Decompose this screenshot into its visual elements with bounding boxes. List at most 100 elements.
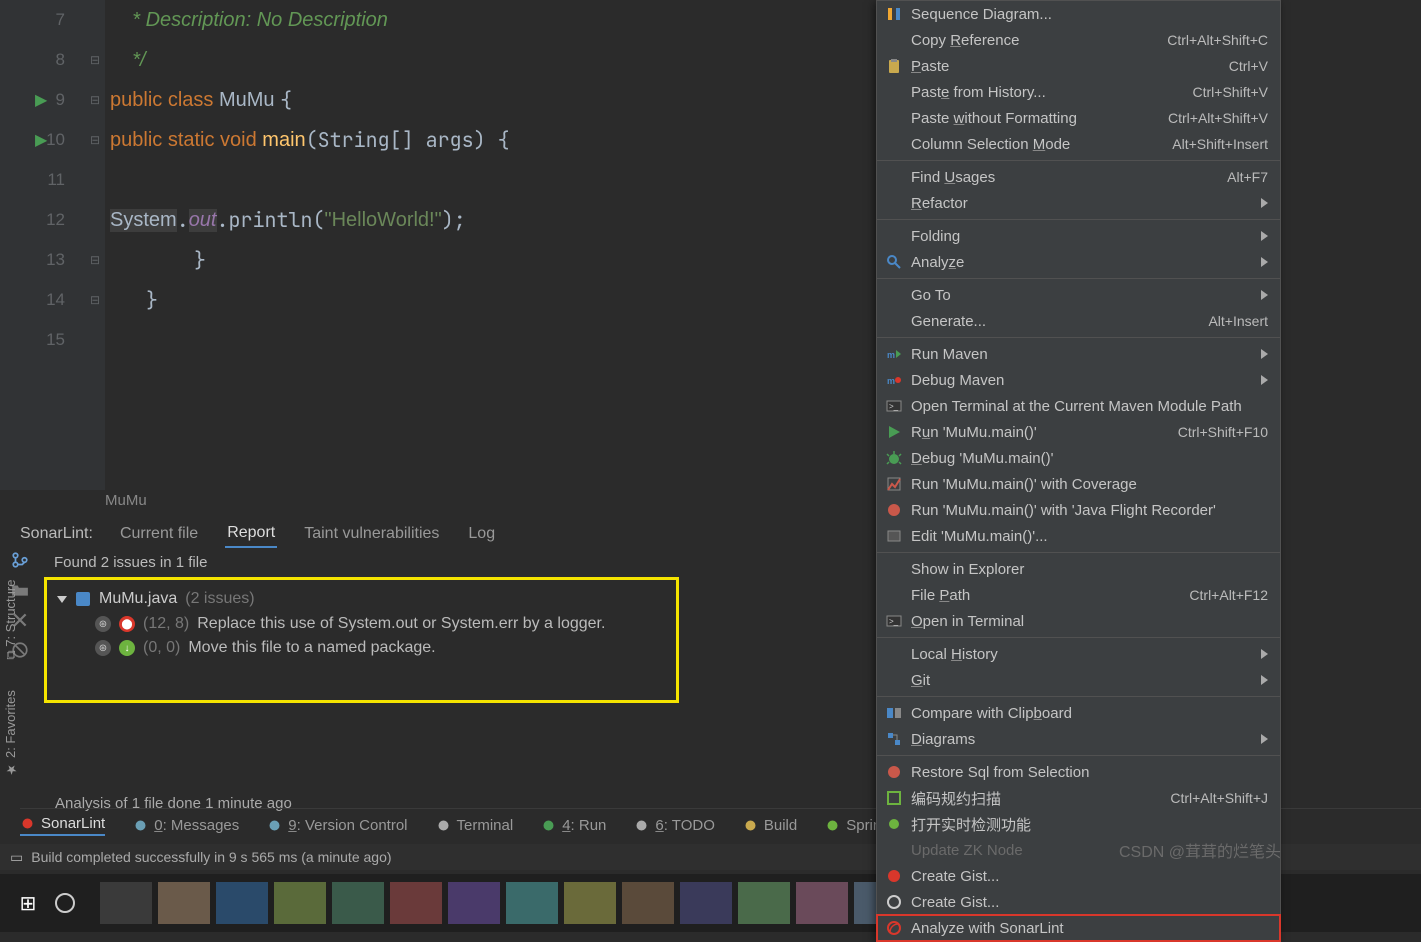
menu-refactor[interactable]: Refactor <box>877 190 1280 216</box>
issue-row[interactable]: ⊛⬤(12, 8) Replace this use of System.out… <box>57 612 666 636</box>
menu-paste[interactable]: PasteCtrl+V <box>877 53 1280 79</box>
breadcrumb[interactable]: MuMu <box>105 492 147 509</box>
taskbar-app[interactable] <box>390 882 442 924</box>
fold-mark[interactable]: ⊟ <box>85 40 105 80</box>
menu-analyze[interactable]: Analyze <box>877 249 1280 275</box>
menu-run-maven[interactable]: mRun Maven <box>877 341 1280 367</box>
tool-tab--version-control[interactable]: 9: Version Control <box>267 817 407 834</box>
fold-mark[interactable] <box>85 320 105 360</box>
tool-tab--todo[interactable]: 6: TODO <box>634 817 714 834</box>
submenu-arrow-icon <box>1261 287 1268 304</box>
fold-mark[interactable]: ⊟ <box>85 240 105 280</box>
menu-copy-reference[interactable]: Copy ReferenceCtrl+Alt+Shift+C <box>877 27 1280 53</box>
fold-mark[interactable]: ⊟ <box>85 80 105 120</box>
taskbar-app[interactable] <box>448 882 500 924</box>
menu-create-gist[interactable]: Create Gist... <box>877 863 1280 889</box>
menu-compare-with-clipboard[interactable]: Compare with Clipboard <box>877 700 1280 726</box>
line-number: 12 <box>0 200 85 240</box>
menu-analyze-with-sonarlint[interactable]: Analyze with SonarLint <box>877 915 1280 941</box>
taskbar-app[interactable] <box>100 882 152 924</box>
menu-debug-mumu-main[interactable]: Debug 'MuMu.main()' <box>877 445 1280 471</box>
fold-mark[interactable] <box>85 200 105 240</box>
menu-local-history[interactable]: Local History <box>877 641 1280 667</box>
taskbar-app[interactable] <box>738 882 790 924</box>
menu-go-to[interactable]: Go To <box>877 282 1280 308</box>
menu-run-mumu-main[interactable]: Run 'MuMu.main()'Ctrl+Shift+F10 <box>877 419 1280 445</box>
menu-find-usages[interactable]: Find UsagesAlt+F7 <box>877 164 1280 190</box>
menu-paste-from-history[interactable]: Paste from History...Ctrl+Shift+V <box>877 79 1280 105</box>
menu-run-mumu-main-with-java-flight-recorder[interactable]: Run 'MuMu.main()' with 'Java Flight Reco… <box>877 497 1280 523</box>
menu-label: 打开实时检测功能 <box>911 814 1031 835</box>
menu-file-path[interactable]: File PathCtrl+Alt+F12 <box>877 582 1280 608</box>
tool-tab-sonarlint[interactable]: SonarLint <box>20 815 105 836</box>
cortana-icon[interactable] <box>54 892 94 914</box>
menu-run-mumu-main-with-coverage[interactable]: Run 'MuMu.main()' with Coverage <box>877 471 1280 497</box>
menu-sequence-diagram[interactable]: Sequence Diagram... <box>877 1 1280 27</box>
issue-file-row[interactable]: MuMu.java (2 issues) <box>57 586 666 612</box>
run-gutter-icon[interactable]: ▶ <box>35 130 47 150</box>
menu-restore-sql-from-selection[interactable]: Restore Sql from Selection <box>877 759 1280 785</box>
menu-git[interactable]: Git <box>877 667 1280 693</box>
menu-paste-without-formatting[interactable]: Paste without FormattingCtrl+Alt+Shift+V <box>877 105 1280 131</box>
menu-show-in-explorer[interactable]: Show in Explorer <box>877 556 1280 582</box>
expand-icon[interactable] <box>57 596 67 603</box>
panel-tab-log[interactable]: Log <box>466 521 497 547</box>
fold-mark[interactable]: ⊟ <box>85 120 105 160</box>
tool-tab-label: 4: Run <box>562 817 606 834</box>
tool-tab--messages[interactable]: 0: Messages <box>133 817 239 834</box>
menu-label: 编码规约扫描 <box>911 788 1001 809</box>
structure-tab[interactable]: ★ 2: Favorites <box>3 690 18 777</box>
paste-icon <box>885 57 903 75</box>
menu-debug-maven[interactable]: mDebug Maven <box>877 367 1280 393</box>
tool-tab-terminal[interactable]: Terminal <box>436 817 514 834</box>
taskbar-app[interactable] <box>216 882 268 924</box>
taskbar-app[interactable] <box>274 882 326 924</box>
menu-label: Go To <box>911 287 951 304</box>
submenu-arrow-icon <box>1261 195 1268 212</box>
panel-tab-taint-vulnerabilities[interactable]: Taint vulnerabilities <box>302 521 441 547</box>
left-vertical-tabs[interactable]: ★ 2: Favorites ⧉ 7: Structure <box>0 570 21 787</box>
editor-context-menu[interactable]: Sequence Diagram...Copy ReferenceCtrl+Al… <box>876 0 1281 942</box>
taskbar-app[interactable] <box>506 882 558 924</box>
menu-open-in-terminal[interactable]: >_Open in Terminal <box>877 608 1280 634</box>
menu-[interactable]: 编码规约扫描Ctrl+Alt+Shift+J <box>877 785 1280 811</box>
tool-tab--run[interactable]: 4: Run <box>541 817 606 834</box>
taskbar-app[interactable] <box>622 882 674 924</box>
tool-tab-label: Build <box>764 817 797 834</box>
run-gutter-icon[interactable]: ▶ <box>35 90 47 110</box>
taskbar-app[interactable] <box>680 882 732 924</box>
taskbar-app[interactable] <box>332 882 384 924</box>
sonarlint-report-panel: Found 2 issues in 1 file MuMu.java (2 is… <box>44 548 876 802</box>
favorites-tab[interactable]: ⧉ 7: Structure <box>3 580 18 660</box>
menu-separator <box>877 755 1280 756</box>
menu-generate[interactable]: Generate...Alt+Insert <box>877 308 1280 334</box>
panel-tab-current-file[interactable]: Current file <box>118 521 200 547</box>
rt-icon <box>885 815 903 833</box>
menu-open-terminal-at-the-current-maven-module-path[interactable]: >_Open Terminal at the Current Maven Mod… <box>877 393 1280 419</box>
taskbar-app[interactable] <box>796 882 848 924</box>
fold-mark[interactable]: ⊟ <box>85 280 105 320</box>
taskbar-app[interactable] <box>158 882 210 924</box>
panel-tab-report[interactable]: Report <box>225 520 277 548</box>
jfr-icon <box>885 501 903 519</box>
menu-label: Paste without Formatting <box>911 110 1077 127</box>
java-file-icon <box>75 591 91 607</box>
tool-tab-build[interactable]: Build <box>743 817 797 834</box>
menu-label: Paste from History... <box>911 84 1046 101</box>
start-button[interactable]: ⊞ <box>8 891 48 916</box>
menu-column-selection-mode[interactable]: Column Selection ModeAlt+Shift+Insert <box>877 131 1280 157</box>
tool-tab-label: 6: TODO <box>655 817 714 834</box>
menu-create-gist[interactable]: Create Gist... <box>877 889 1280 915</box>
issue-row[interactable]: ⊛↓(0, 0) Move this file to a named packa… <box>57 636 666 660</box>
taskbar-app[interactable] <box>564 882 616 924</box>
menu-label: Local History <box>911 646 998 663</box>
fold-mark[interactable] <box>85 160 105 200</box>
menu-[interactable]: 打开实时检测功能 <box>877 811 1280 837</box>
shortcut: Alt+F7 <box>1227 169 1268 185</box>
menu-edit-mumu-main[interactable]: Edit 'MuMu.main()'... <box>877 523 1280 549</box>
fold-mark[interactable] <box>85 0 105 40</box>
branch-icon[interactable] <box>11 551 29 569</box>
menu-diagrams[interactable]: Diagrams <box>877 726 1280 752</box>
menu-folding[interactable]: Folding <box>877 223 1280 249</box>
issues-tree[interactable]: MuMu.java (2 issues) ⊛⬤(12, 8) Replace t… <box>44 577 679 703</box>
